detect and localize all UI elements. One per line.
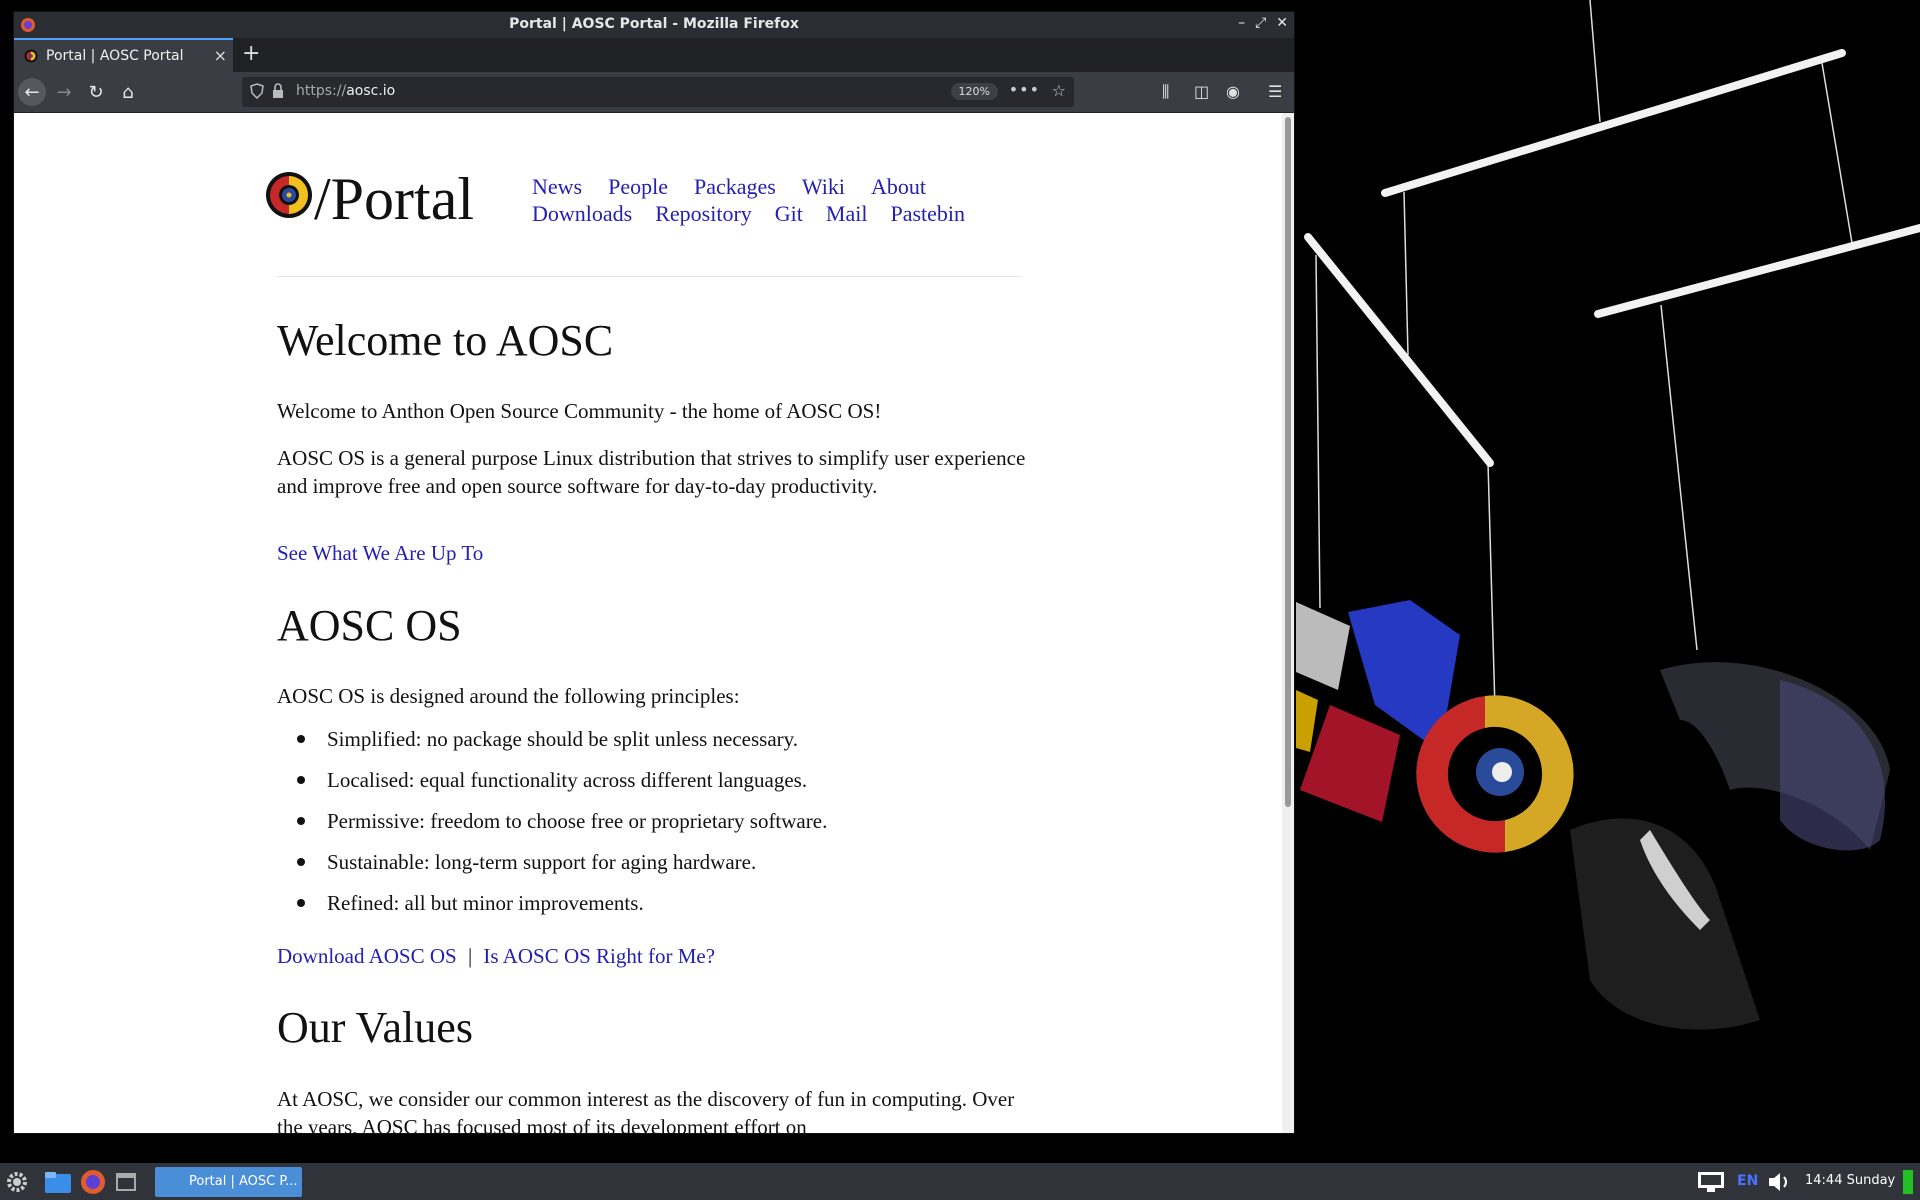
vertical-scrollbar[interactable]	[1282, 113, 1294, 1133]
list-item: Refined: all but minor improvements.	[277, 889, 827, 930]
sidebar-icon[interactable]: ◫	[1194, 82, 1209, 101]
heading-welcome: Welcome to AOSC	[277, 316, 614, 365]
home-icon: ⌂	[122, 81, 134, 103]
heading-aosc-os: AOSC OS	[277, 601, 462, 650]
home-button[interactable]: ⌂	[114, 78, 142, 106]
taskbar-window-button[interactable]: Portal | AOSC P...	[155, 1167, 302, 1197]
zoom-indicator[interactable]: 120%	[950, 83, 998, 100]
maximize-icon[interactable]: ⤢	[1255, 15, 1266, 31]
nav-link-packages[interactable]: Packages	[694, 174, 776, 201]
page-content: /Portal News People Packages Wiki About Down…	[14, 113, 1282, 1133]
aosc-favicon-icon	[24, 49, 38, 63]
menu-icon[interactable]: ☰	[1268, 82, 1282, 101]
welcome-description: AOSC OS is a general purpose Linux distr…	[277, 446, 1026, 498]
settings-gear-icon[interactable]	[4, 1169, 30, 1195]
aosc-logo[interactable]	[265, 171, 313, 219]
nav-link-about[interactable]: About	[871, 174, 926, 201]
nav-link-news[interactable]: News	[532, 174, 582, 201]
back-button[interactable]: ←	[18, 78, 46, 106]
show-desktop-icon[interactable]	[116, 1173, 136, 1191]
firefox-launcher-icon[interactable]	[80, 1169, 106, 1195]
minimize-icon[interactable]: –	[1238, 15, 1245, 31]
arrow-right-icon: →	[56, 81, 72, 103]
site-nav: News People Packages Wiki About Downloads Rep…	[532, 174, 965, 228]
forward-button[interactable]: →	[50, 78, 78, 106]
nav-link-pastebin[interactable]: Pastebin	[890, 201, 965, 228]
close-icon[interactable]: ✕	[1276, 15, 1288, 31]
values-text: At AOSC, we consider our common interest…	[277, 1087, 1015, 1133]
browser-window: Portal | AOSC Portal - Mozilla Firefox –…	[14, 12, 1294, 1133]
nav-link-repository[interactable]: Repository	[655, 201, 752, 228]
new-tab-button[interactable]: +	[242, 41, 260, 66]
reload-icon: ↻	[88, 81, 104, 103]
aosc-os-intro: AOSC OS is designed around the following…	[277, 684, 740, 708]
list-item: Sustainable: long-term support for aging…	[277, 848, 827, 889]
nav-link-people[interactable]: People	[608, 174, 668, 201]
lock-icon[interactable]	[272, 83, 284, 99]
volume-icon[interactable]	[1767, 1171, 1793, 1193]
tab-label: Portal | AOSC Portal	[46, 48, 184, 64]
tab-bar: Portal | AOSC Portal × +	[14, 38, 1294, 72]
file-manager-icon[interactable]	[44, 1169, 72, 1195]
list-item: Simplified: no package should be split u…	[277, 725, 827, 766]
see-what-we-are-up-to-link[interactable]: See What We Are Up To	[277, 541, 483, 565]
tab-close-icon[interactable]: ×	[214, 46, 227, 65]
library-icon[interactable]: ⫼	[1162, 82, 1169, 102]
arrow-left-icon: ←	[24, 81, 40, 103]
reload-button[interactable]: ↻	[82, 78, 110, 106]
keyboard-layout[interactable]: EN	[1737, 1173, 1758, 1189]
taskbar: Portal | AOSC P... EN 14:44 Sunday	[0, 1163, 1920, 1200]
window-title: Portal | AOSC Portal - Mozilla Firefox	[509, 16, 799, 32]
account-icon[interactable]: ◉	[1226, 82, 1240, 101]
tab-aosc-portal[interactable]: Portal | AOSC Portal ×	[14, 38, 233, 72]
download-aosc-os-link[interactable]: Download AOSC OS	[277, 944, 457, 968]
list-item: Localised: equal functionality across di…	[277, 766, 827, 807]
nav-link-git[interactable]: Git	[775, 201, 803, 228]
link-separator: |	[467, 944, 473, 968]
bookmark-star-icon[interactable]: ☆	[1052, 81, 1066, 100]
url-bar[interactable]: https://aosc.io 120% ••• ☆	[242, 77, 1074, 107]
window-titlebar: Portal | AOSC Portal - Mozilla Firefox –…	[14, 12, 1294, 38]
taskbar-window-label: Portal | AOSC P...	[189, 1174, 298, 1189]
clock[interactable]: 14:44 Sunday	[1805, 1173, 1895, 1188]
url-text[interactable]: https://aosc.io	[296, 83, 395, 99]
divider	[277, 276, 1021, 277]
nav-link-wiki[interactable]: Wiki	[802, 174, 845, 201]
welcome-intro: Welcome to Anthon Open Source Community …	[277, 399, 882, 423]
principles-list: Simplified: no package should be split u…	[277, 725, 827, 930]
is-aosc-os-right-link[interactable]: Is AOSC OS Right for Me?	[483, 944, 715, 968]
battery-icon[interactable]	[1903, 1170, 1913, 1194]
site-logo-text[interactable]: /Portal	[314, 165, 474, 234]
list-item: Permissive: freedom to choose free or pr…	[277, 807, 827, 848]
shield-icon[interactable]	[250, 83, 264, 99]
nav-link-mail[interactable]: Mail	[826, 201, 868, 228]
page-actions-icon[interactable]: •••	[1009, 80, 1040, 99]
scrollbar-thumb[interactable]	[1285, 117, 1291, 807]
nav-link-downloads[interactable]: Downloads	[532, 201, 632, 228]
navigation-toolbar: ← → ↻ ⌂ https://aosc.io 120% ••• ☆ ⫼ ◫ ◉…	[14, 72, 1294, 113]
heading-our-values: Our Values	[277, 1003, 473, 1052]
network-icon[interactable]	[1697, 1171, 1725, 1193]
